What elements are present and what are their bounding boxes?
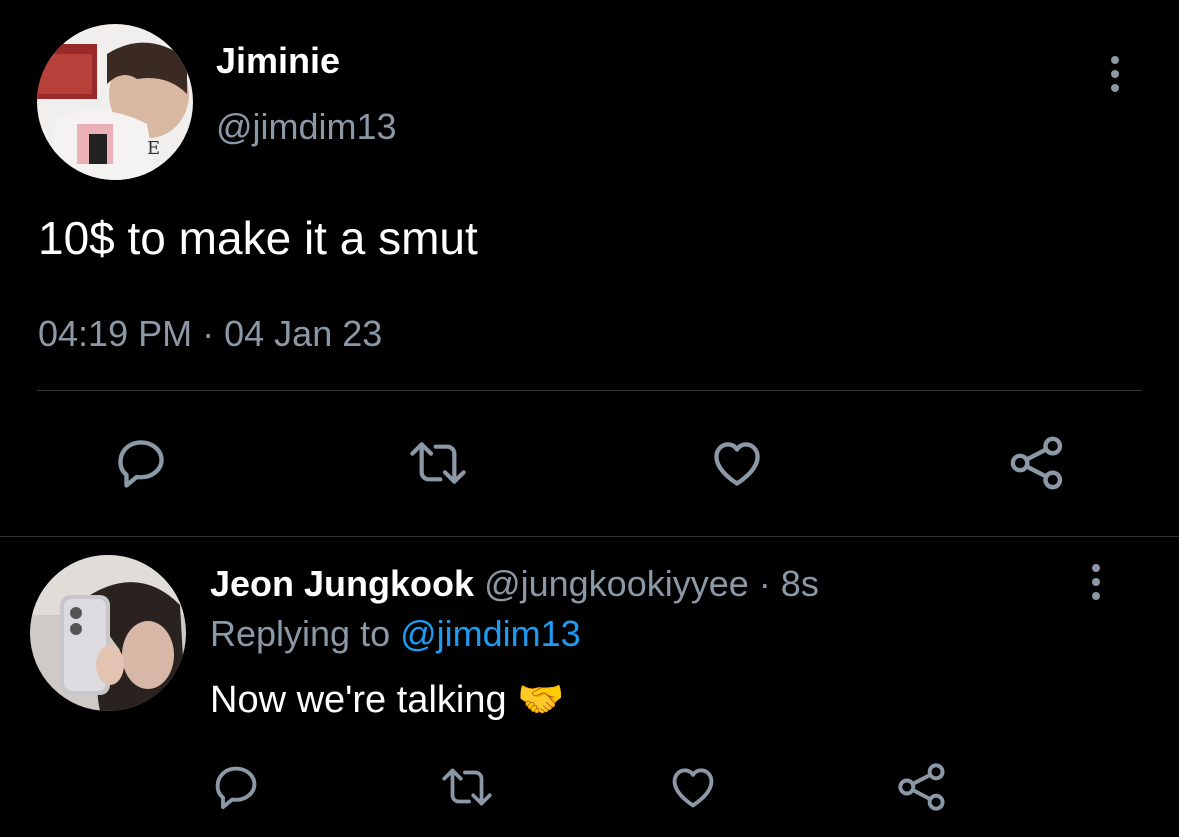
reply-like-icon[interactable] [667,761,719,813]
reply-icon[interactable] [112,434,170,492]
author-name[interactable]: Jiminie [216,40,340,82]
like-icon[interactable] [708,434,766,492]
reply-text: Now we're talking 🤝 [210,678,565,722]
timestamp-separator: · [202,313,215,354]
reply-retweet-icon[interactable] [438,762,496,812]
reply-header: Jeon Jungkook @jungkookiyyee · 8s [210,563,819,605]
reply-separator: · [758,563,771,604]
replying-to-label: Replying to [210,613,391,654]
section-divider [0,536,1179,537]
tweet-time: 04:19 PM [38,313,193,354]
reply-reply-icon[interactable] [210,761,262,813]
replying-to-handle-link[interactable]: @jimdim13 [400,613,581,654]
svg-text:E: E [147,138,160,159]
retweet-icon[interactable] [405,435,471,491]
avatar-jungkook[interactable] [30,555,186,711]
reply-more-options-icon[interactable] [1090,564,1102,600]
tweet-date: 04 Jan 23 [224,313,383,354]
share-icon[interactable] [1008,434,1066,492]
handshake-emoji: 🤝 [517,679,565,721]
reply-author-handle[interactable]: @jungkookiyyee [484,563,749,604]
more-options-icon[interactable] [1109,56,1121,92]
reply-text-body: Now we're talking [210,679,507,721]
tweet-timestamp: 04:19 PM · 04 Jan 23 [38,313,382,355]
reply-author-name[interactable]: Jeon Jungkook [210,563,474,604]
replying-to: Replying to @jimdim13 [210,613,581,655]
avatar-jiminie[interactable]: E [37,24,193,180]
reply-age: 8s [780,563,819,604]
tweet-text: 10$ to make it a smut [38,212,478,264]
tweet-divider [37,390,1142,391]
author-handle[interactable]: @jimdim13 [216,106,397,148]
reply-share-icon[interactable] [896,761,948,813]
